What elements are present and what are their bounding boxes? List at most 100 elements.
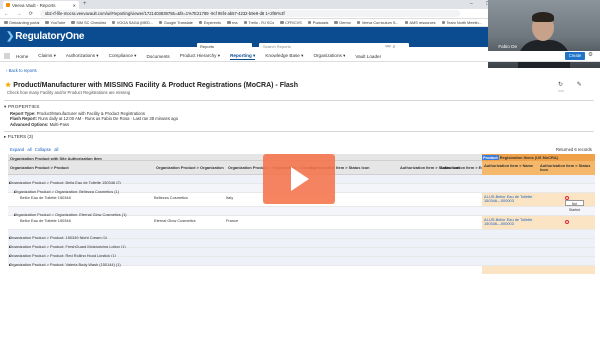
property-key: Report Type: — [10, 111, 36, 116]
status-tooltip: Not Started — [565, 200, 584, 212]
expand-collapse-links: Expand all Collapse all — [10, 147, 58, 152]
table-row[interactable]: ▸ Organization Product > Product: FreshG… — [8, 239, 595, 249]
menu-item-documents[interactable]: Documents — [146, 54, 169, 59]
search-options-icon[interactable]: 👓 ⌕ — [385, 43, 395, 51]
status-circle-icon[interactable] — [565, 220, 569, 224]
app-logo[interactable]: ❯RegulatoryOne — [6, 31, 84, 42]
menu-item-knowledge-base[interactable]: Knowledge Base ▾ — [265, 53, 303, 59]
property-key: Flash Report: — [10, 116, 37, 122]
collapse-all-link[interactable]: Collapse all — [35, 147, 59, 152]
property-key: Advanced Options: — [10, 121, 49, 127]
bookmark-item[interactable]: YouTube — [45, 21, 65, 25]
expand-all-link[interactable]: Expand all — [10, 147, 32, 152]
bookmark-icon — [307, 20, 312, 25]
column-header[interactable]: Organization Product > Organization — [156, 165, 224, 170]
table-row[interactable]: ▸ Organization Product > Product: Red Ro… — [8, 248, 595, 258]
bookmark-item[interactable]: Veeva Curriculum S... — [356, 20, 399, 25]
menu-item-home[interactable]: Home — [16, 54, 28, 59]
bookmark-icon — [243, 20, 247, 25]
table-row[interactable]: ▸ Organization Product > Organization: E… — [8, 207, 595, 217]
bookmark-icon — [356, 20, 361, 25]
menu-item-product-hierarchy[interactable]: Product Hierarchy ▾ — [180, 53, 220, 59]
divider — [4, 100, 594, 101]
mocra-header-label: Product Registration Items (US MoCRA) — [482, 155, 558, 160]
close-tab-icon[interactable]: ✕ — [73, 3, 76, 8]
vault-favicon-icon — [6, 3, 10, 7]
menu-item-authorizations[interactable]: Authorizations ▾ — [66, 53, 99, 59]
bookmark-icon — [334, 20, 338, 25]
chevron-down-icon: ▾ — [216, 53, 221, 58]
menu-item-reporting[interactable]: Reporting ▾ — [230, 52, 256, 60]
cell-mocra-name[interactable]: AI-US-Bellor Eau de Toilette 150346---00… — [484, 217, 540, 227]
mocra-column-header[interactable]: Authorization Item > Name — [484, 163, 536, 168]
bookmark-item[interactable]: rna — [227, 21, 238, 25]
cell-mocra-name[interactable]: AI-US-Bellor Eau de Toilette 150346---00… — [484, 194, 540, 204]
bookmark-icon — [280, 20, 284, 25]
property-line: Advanced Options: Multi-Pass — [10, 122, 178, 127]
bookmark-item[interactable]: VOOA SAGA (MED... — [111, 20, 153, 25]
chevron-down-icon: ▾ — [95, 53, 99, 58]
play-icon[interactable] — [291, 167, 309, 191]
bookmark-item[interactable]: CFR/CVS — [280, 21, 302, 25]
mocra-column-header[interactable]: Authorization Item > Status Icon — [540, 163, 592, 172]
bookmark-icon — [45, 20, 49, 25]
cell-country: France — [226, 218, 239, 224]
bookmark-icon — [227, 20, 231, 25]
property-value: Multi-Pass — [49, 121, 70, 127]
cell-product: Bellor Eau de Toilette 150346 — [20, 218, 71, 224]
property-value: Runs daily at 12:00 AM · Runs as Fabio D… — [38, 116, 179, 122]
report-title: ★ Product/Manufacturer with MISSING Facil… — [5, 82, 298, 89]
table-row[interactable]: Bellor Eau de Toilette 150346 Eternal Glo… — [8, 216, 595, 230]
cell-org: Bellezza Cosmetics — [154, 195, 188, 201]
chevron-down-icon: ▾ — [132, 53, 137, 58]
menu-item-vault-loader[interactable]: Vault Loader — [355, 54, 381, 59]
bookmark-icon — [4, 20, 8, 25]
browser-tab-title: Veeva Vault - Reports — [12, 2, 56, 8]
divider — [4, 131, 594, 132]
report-properties: Report Type: Product/Manufacturer with F… — [10, 111, 178, 127]
report-action-icons[interactable]: ↻ ✎ ⋯ — [558, 81, 600, 95]
menu-item-claims[interactable]: Claims ▾ — [38, 53, 56, 59]
bookmark-item[interactable]: Experents — [198, 20, 221, 25]
url-field[interactable]: sb2-rf-file-mocra.veevavault.com/ui/#rep… — [39, 10, 460, 17]
bookmark-item[interactable]: Trello - RJ SCs — [243, 20, 274, 25]
menu-item-organizations[interactable]: Organizations ▾ — [313, 53, 345, 59]
gear-icon[interactable]: ⚙ — [588, 52, 593, 58]
bookmark-item[interactable]: AMS resources — [404, 20, 436, 25]
bookmark-icon — [158, 20, 163, 25]
bookmark-icon — [198, 20, 203, 25]
table-row[interactable]: ▸ Organization Product > Product: Valeri… — [8, 257, 595, 267]
bookmark-item[interactable]: Google Translate — [158, 20, 193, 25]
nav-arrows-icon[interactable]: ← → ⟳ — [4, 11, 36, 17]
back-to-reports-link[interactable]: ‹ Back to reports — [6, 68, 37, 73]
star-icon[interactable]: ★ — [5, 82, 11, 89]
table-row[interactable]: ▸ Organization Product > Product: 150349… — [8, 230, 595, 240]
chevron-down-icon: ▾ — [251, 52, 256, 58]
column-header[interactable]: Organization Product > Product — [10, 165, 69, 170]
vault-selector[interactable]: Reports — [197, 43, 252, 51]
chevron-down-icon: ▾ — [341, 53, 346, 58]
bookmark-icon — [441, 20, 445, 25]
menu-item-compliance[interactable]: Compliance ▾ — [109, 53, 137, 59]
app-grid-icon[interactable] — [4, 53, 10, 59]
browser-tab[interactable]: Veeva Vault - Reports ✕ — [3, 1, 79, 9]
main-menu: Home Claims ▾ Authorizations ▾ Compliance ▾… — [0, 51, 600, 62]
bookmark-icon — [404, 20, 409, 25]
create-button[interactable]: Create — [565, 52, 585, 60]
bookmark-item[interactable]: SIM SC Checklist — [71, 21, 106, 25]
chevron-down-icon: ▾ — [52, 53, 56, 58]
bookmark-item[interactable]: Podcasts — [307, 20, 328, 25]
new-tab-icon[interactable]: + — [83, 1, 87, 7]
logo-chevron-icon: ❯ — [6, 31, 15, 42]
bookmark-item[interactable]: Dermo — [334, 20, 351, 25]
bookmark-icon — [71, 20, 75, 25]
presenter-hair — [532, 12, 554, 22]
bookmark-icon — [111, 20, 116, 25]
bookmark-item[interactable]: Team North Meetin... — [441, 20, 482, 25]
mocra-header-text: Registration Items (US MoCRA) — [498, 155, 558, 160]
properties-section-toggle[interactable]: ▾ PROPERTIES — [4, 104, 40, 110]
group-text: Organization Product > Product: Valeria … — [9, 261, 121, 267]
bookmark-item[interactable]: Onboarding portal — [4, 21, 39, 25]
cell-country: Italy — [226, 195, 234, 201]
filters-section-toggle[interactable]: ▸ FILTERS (3) — [4, 134, 33, 140]
